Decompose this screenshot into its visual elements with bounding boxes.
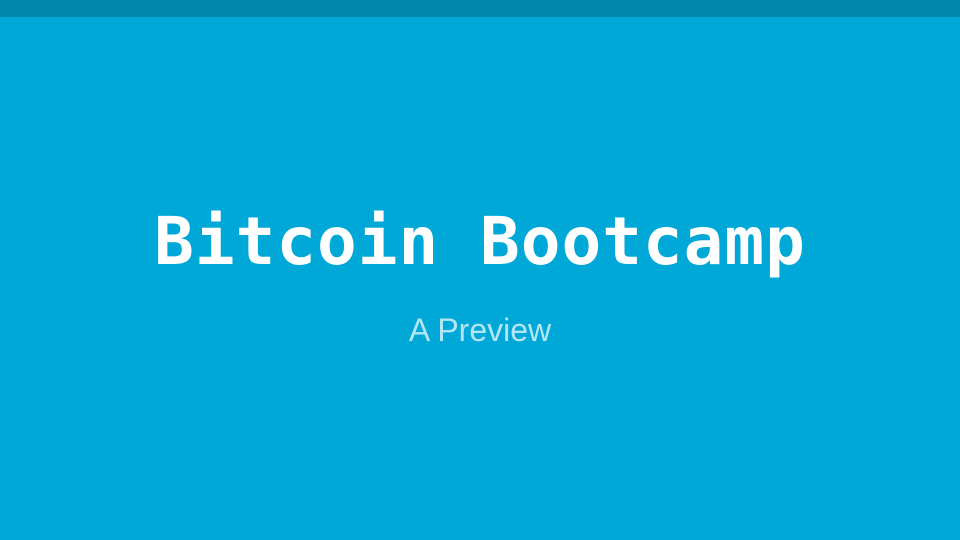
slide-title: Bitcoin Bootcamp (154, 203, 806, 280)
title-slide: Bitcoin Bootcamp A Preview (0, 17, 960, 540)
slide-subtitle: A Preview (408, 312, 552, 348)
top-progress-bar (0, 0, 960, 17)
